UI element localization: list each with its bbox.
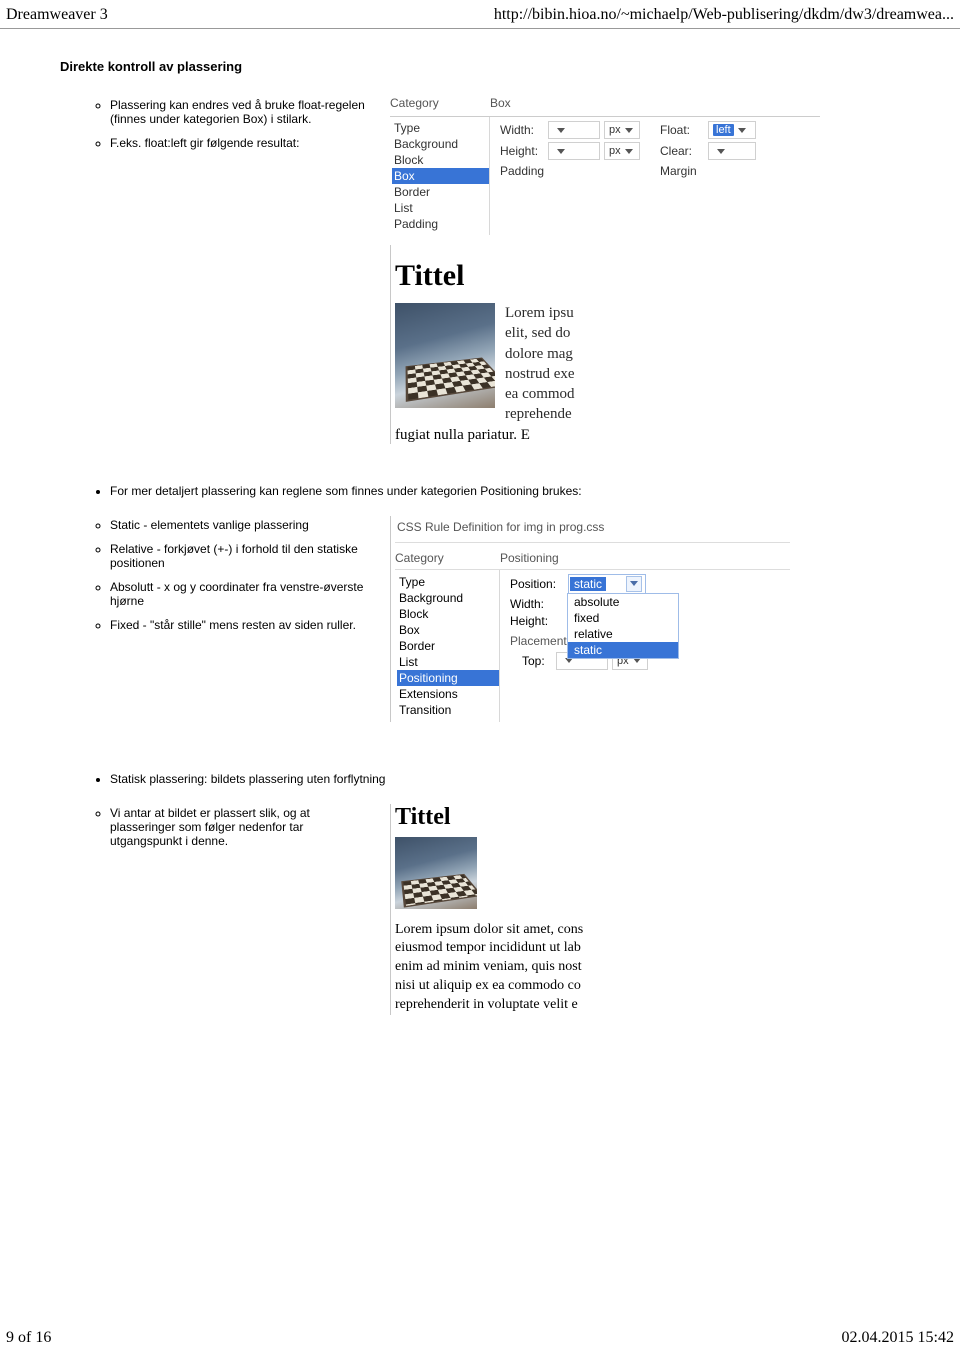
chevron-down-icon: [557, 149, 565, 154]
panel-header-category: Category: [395, 551, 500, 565]
list-item: Fixed - "står stille" mens resten av sid…: [110, 618, 370, 632]
page-number: 9 of 16: [6, 1329, 51, 1347]
float-label: Float:: [660, 123, 708, 137]
category-list[interactable]: Type Background Block Box Border List Pa…: [390, 117, 490, 235]
preview-title: Tittel: [395, 804, 625, 831]
height-label: Height:: [510, 614, 568, 628]
list-item: For mer detaljert plassering kan reglene…: [110, 484, 900, 498]
width-label: Width:: [510, 597, 568, 611]
dropdown-option[interactable]: absolute: [568, 594, 678, 610]
margin-label: Margin: [660, 164, 708, 178]
category-item-selected[interactable]: Box: [392, 168, 489, 184]
doc-url: http://bibin.hioa.no/~michaelp/Web-publi…: [494, 6, 954, 24]
lorem-text: Lorem ipsu elit, sed do dolore mag nostr…: [505, 303, 575, 425]
print-date: 02.04.2015 15:42: [842, 1329, 954, 1347]
category-item[interactable]: List: [397, 654, 499, 670]
clear-select[interactable]: [708, 142, 756, 160]
chevron-down-icon: [625, 128, 633, 133]
category-item[interactable]: Background: [397, 590, 499, 606]
css-panel-box: Category Box Type Background Block Box B…: [390, 96, 820, 235]
category-item[interactable]: Background: [392, 136, 489, 152]
padding-label: Padding: [500, 164, 548, 178]
category-item-selected[interactable]: Positioning: [397, 670, 499, 686]
category-item[interactable]: Extensions: [397, 686, 499, 702]
width-unit-select[interactable]: px: [604, 121, 640, 139]
chevron-down-icon: [630, 581, 638, 586]
lorem-text: Lorem ipsum dolor sit amet, cons eiusmod…: [395, 921, 625, 1015]
panel-header-positioning: Positioning: [500, 551, 559, 565]
lorem-last-line: fugiat nulla pariatur. E: [395, 427, 820, 444]
chess-image: [395, 303, 495, 408]
height-label: Height:: [500, 144, 548, 158]
list-item: Relative - forkjøvet (+-) i forhold til …: [110, 542, 370, 570]
doc-title: Dreamweaver 3: [6, 6, 108, 24]
category-item[interactable]: Box: [397, 622, 499, 638]
panel-header-box: Box: [490, 96, 511, 110]
result-preview-float: Tittel Lorem ipsu elit, sed do dolore ma…: [390, 245, 820, 444]
top-label: Top:: [522, 654, 556, 668]
width-label: Width:: [500, 123, 548, 137]
position-label: Position:: [510, 577, 568, 591]
panel-caption: CSS Rule Definition for img in prog.css: [395, 516, 790, 543]
category-item[interactable]: Border: [392, 184, 489, 200]
category-item[interactable]: List: [392, 200, 489, 216]
category-item[interactable]: Transition: [397, 702, 499, 718]
css-panel-positioning: CSS Rule Definition for img in prog.css …: [390, 516, 790, 722]
dropdown-button[interactable]: [626, 576, 642, 592]
chevron-down-icon: [717, 149, 725, 154]
list-item: Plassering kan endres ved å bruke float-…: [110, 98, 370, 126]
list-item: Static - elementets vanlige plassering: [110, 518, 370, 532]
position-dropdown-list[interactable]: absolute fixed relative static: [568, 594, 678, 658]
category-item[interactable]: Padding: [392, 216, 489, 232]
print-header: Dreamweaver 3 http://bibin.hioa.no/~mich…: [0, 0, 960, 26]
height-select[interactable]: [548, 142, 600, 160]
list-item: Statisk plassering: bildets plassering u…: [110, 772, 900, 786]
section-heading: Direkte kontroll av plassering: [60, 59, 900, 74]
dropdown-option[interactable]: fixed: [568, 610, 678, 626]
result-preview-static: Tittel Lorem ipsum dolor sit amet, cons …: [390, 804, 625, 1015]
chevron-down-icon: [565, 658, 573, 663]
category-item[interactable]: Type: [397, 574, 499, 590]
clear-label: Clear:: [660, 144, 708, 158]
width-select[interactable]: [548, 121, 600, 139]
preview-title: Tittel: [395, 259, 820, 293]
chevron-down-icon: [738, 128, 746, 133]
chevron-down-icon: [633, 658, 641, 663]
position-select[interactable]: static absolute fixed relative static: [568, 574, 646, 594]
category-item[interactable]: Border: [397, 638, 499, 654]
header-rule: [0, 28, 960, 29]
chevron-down-icon: [625, 149, 633, 154]
dropdown-option[interactable]: relative: [568, 626, 678, 642]
category-item[interactable]: Block: [397, 606, 499, 622]
float-select[interactable]: left: [708, 121, 756, 139]
height-unit-select[interactable]: px: [604, 142, 640, 160]
category-item[interactable]: Type: [392, 120, 489, 136]
category-item[interactable]: Block: [392, 152, 489, 168]
chevron-down-icon: [557, 128, 565, 133]
list-item: F.eks. float:left gir følgende resultat:: [110, 136, 370, 150]
category-list[interactable]: Type Background Block Box Border List Po…: [395, 570, 500, 722]
print-footer: 9 of 16 02.04.2015 15:42: [0, 1329, 960, 1353]
list-item: Absolutt - x og y coordinater fra venstr…: [110, 580, 370, 608]
list-item: Vi antar at bildet er plassert slik, og …: [110, 806, 370, 848]
chess-image: [395, 837, 477, 909]
dropdown-option-selected[interactable]: static: [568, 642, 678, 658]
panel-header-category: Category: [390, 96, 490, 110]
